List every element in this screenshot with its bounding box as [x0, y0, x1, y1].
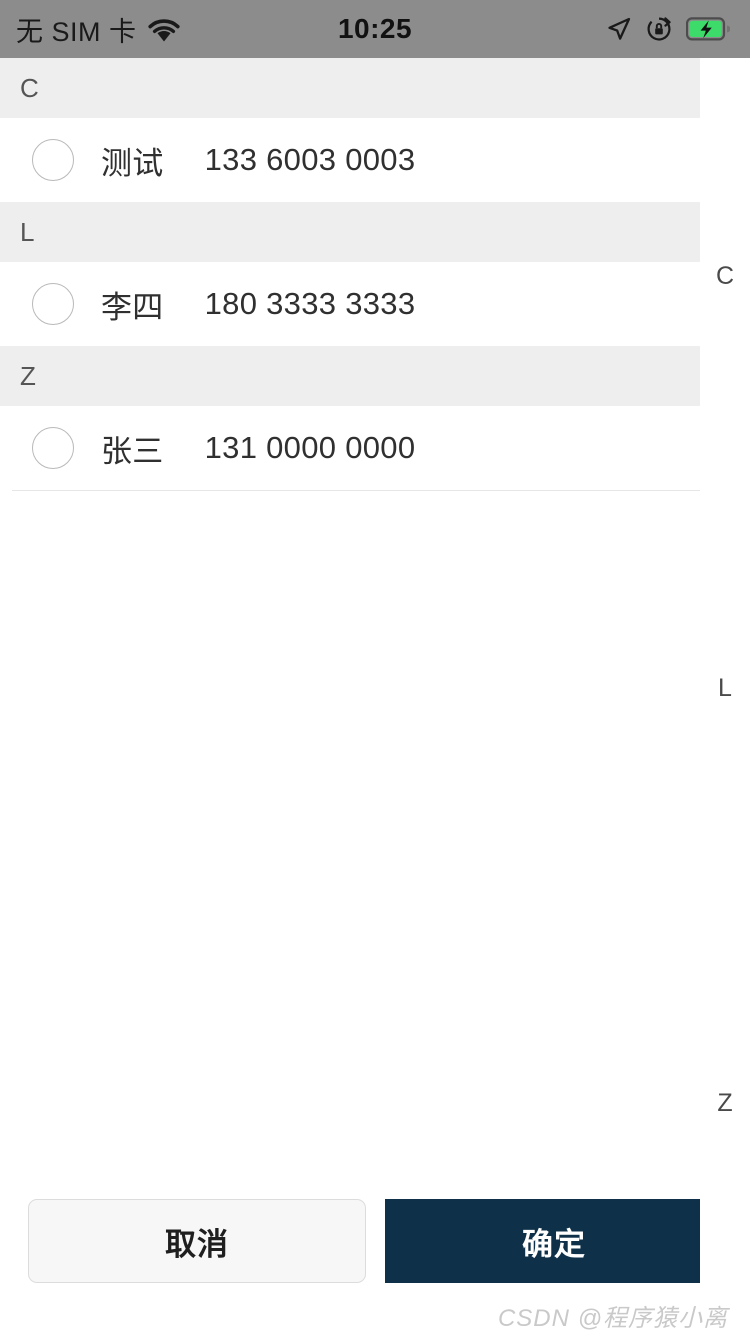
section-header-c: C [0, 58, 750, 118]
contact-name: 张三 [101, 433, 164, 469]
contact-phone: 180 3333 3333 [204, 286, 416, 321]
rotation-lock-icon [645, 15, 673, 43]
list-divider [12, 490, 750, 491]
status-bar-left: 无 SIM 卡 [16, 10, 181, 49]
index-letter-c[interactable]: C [700, 264, 750, 289]
contact-radio[interactable] [32, 139, 74, 181]
contact-row[interactable]: 测试 133 6003 0003 [0, 118, 750, 202]
clock-label: 10:25 [337, 13, 413, 44]
carrier-label: 无 SIM 卡 [16, 16, 137, 47]
index-letter-l[interactable]: L [700, 676, 750, 701]
section-header-label: C [20, 73, 39, 103]
alphabet-index-bar[interactable]: C L Z [700, 58, 750, 1290]
contact-name: 李四 [101, 289, 164, 325]
footer-actions: 取消 确定 [0, 1199, 750, 1283]
contact-phone: 131 0000 0000 [204, 430, 416, 465]
watermark-label: CSDN @程序猿小离 [497, 1305, 728, 1332]
contact-radio[interactable] [32, 427, 74, 469]
section-header-label: Z [20, 361, 36, 391]
contact-name: 测试 [101, 145, 164, 181]
contact-row[interactable]: 李四 180 3333 3333 [0, 262, 750, 346]
status-bar: 无 SIM 卡 10:25 [0, 0, 750, 58]
contact-radio[interactable] [32, 283, 74, 325]
status-bar-right [606, 15, 730, 43]
section-header-l: L [0, 202, 750, 262]
section-header-label: L [20, 217, 35, 247]
contact-list[interactable]: C 测试 133 6003 0003 L 李四 180 3333 3333 Z … [0, 58, 750, 1334]
section-header-z: Z [0, 346, 750, 406]
contact-phone: 133 6003 0003 [204, 142, 416, 177]
wifi-icon [147, 16, 181, 42]
screen-root: 无 SIM 卡 10:25 C 测试 133 6003 0003 L 李四 18… [0, 0, 750, 1334]
confirm-button[interactable]: 确定 [385, 1199, 723, 1283]
location-arrow-icon [606, 16, 632, 42]
cancel-button[interactable]: 取消 [28, 1199, 366, 1283]
contact-row[interactable]: 张三 131 0000 0000 [0, 406, 750, 490]
index-letter-z[interactable]: Z [700, 1091, 750, 1116]
battery-charging-icon [686, 17, 730, 41]
